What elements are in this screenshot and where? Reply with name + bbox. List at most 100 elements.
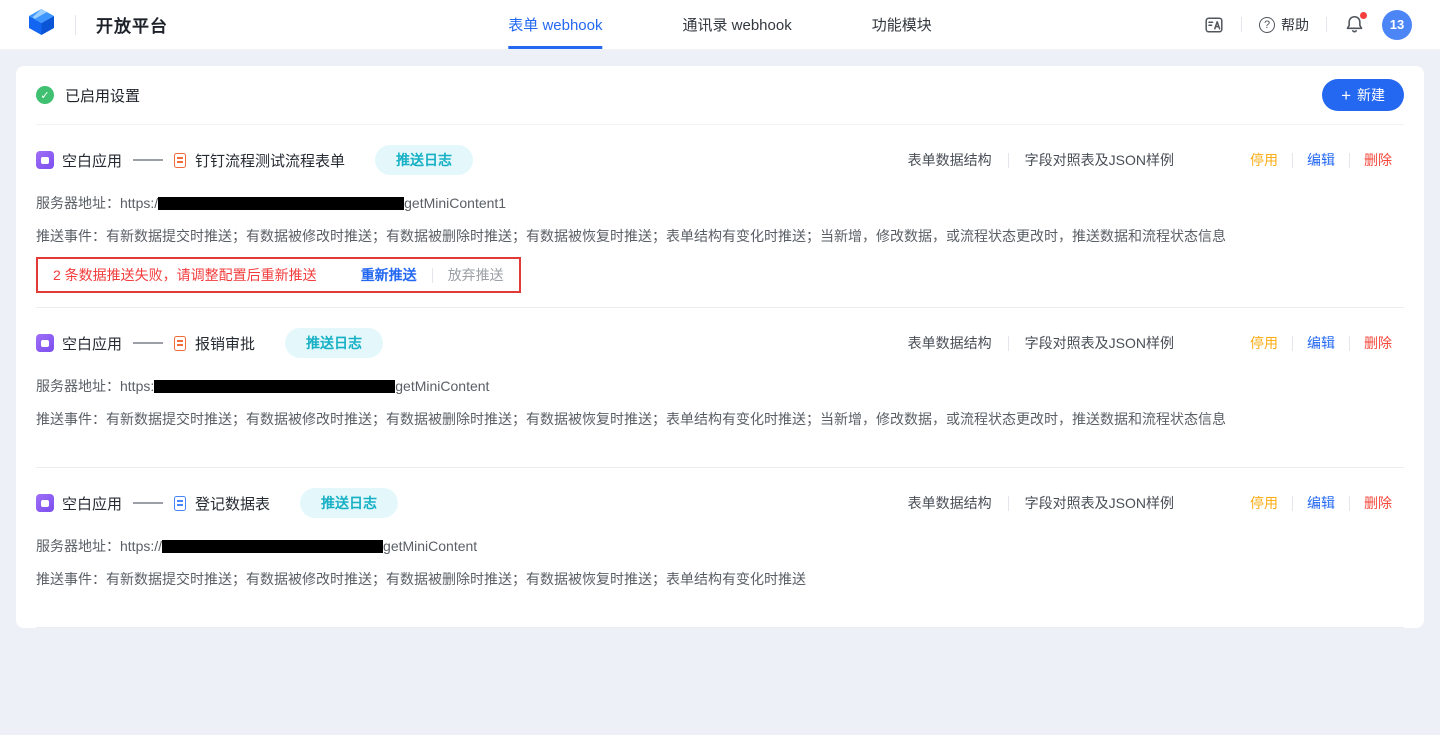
- entry-divider: [36, 627, 1404, 628]
- success-check-icon: ✓: [36, 86, 54, 104]
- app-type-label: 空白应用: [62, 333, 122, 354]
- enabled-settings-card: ✓ 已启用设置 + 新建 空白应用 钉钉流程测试流程表单 推送日志 表单数据结构…: [16, 66, 1424, 628]
- webhook-entry: 空白应用 报销审批 推送日志 表单数据结构 字段对照表及JSON样例 停用 编辑…: [36, 308, 1404, 467]
- webhook-entry: 空白应用 登记数据表 推送日志 表单数据结构 字段对照表及JSON样例 停用 编…: [36, 468, 1404, 627]
- translate-icon[interactable]: [1204, 15, 1224, 35]
- push-failure-message: 2 条数据推送失败，请调整配置后重新推送: [53, 265, 317, 285]
- edit-action[interactable]: 编辑: [1307, 493, 1335, 513]
- app-type-label: 空白应用: [62, 150, 122, 171]
- dash-divider: [133, 342, 163, 344]
- delete-action[interactable]: 删除: [1364, 493, 1392, 513]
- form-doc-icon: [174, 496, 186, 511]
- push-log-badge[interactable]: 推送日志: [375, 145, 473, 175]
- entry-links: 表单数据结构 字段对照表及JSON样例: [908, 150, 1174, 170]
- entry-actions: 停用 编辑 删除: [1250, 493, 1392, 513]
- entry-head: 空白应用 报销审批 推送日志 表单数据结构 字段对照表及JSON样例 停用 编辑…: [36, 328, 1404, 358]
- disable-action[interactable]: 停用: [1250, 333, 1278, 353]
- link-separator: [1008, 336, 1009, 351]
- notification-dot: [1360, 12, 1367, 19]
- logo-cube-icon: [28, 8, 55, 41]
- server-address-suffix: getMiniContent1: [404, 195, 506, 211]
- tab-feature-modules[interactable]: 功能模块: [872, 0, 932, 49]
- disable-action[interactable]: 停用: [1250, 150, 1278, 170]
- disable-action[interactable]: 停用: [1250, 493, 1278, 513]
- card-header-left: ✓ 已启用设置: [36, 85, 140, 106]
- dash-divider: [133, 159, 163, 161]
- push-log-badge[interactable]: 推送日志: [285, 328, 383, 358]
- form-structure-link[interactable]: 表单数据结构: [908, 150, 992, 170]
- app-icon: [36, 494, 54, 512]
- app-icon: [36, 151, 54, 169]
- field-mapping-link[interactable]: 字段对照表及JSON样例: [1025, 493, 1174, 513]
- server-address-prefix: 服务器地址：https:/: [36, 193, 158, 213]
- entry-actions: 停用 编辑 删除: [1250, 333, 1392, 353]
- server-address: 服务器地址：https:// getMiniContent: [36, 536, 1404, 556]
- push-events: 推送事件：有新数据提交时推送；有数据被修改时推送；有数据被删除时推送；有数据被恢…: [36, 409, 1404, 429]
- server-address-prefix: 服务器地址：https://: [36, 536, 162, 556]
- push-events: 推送事件：有新数据提交时推送；有数据被修改时推送；有数据被删除时推送；有数据被恢…: [36, 569, 1404, 589]
- action-separator: [1292, 496, 1293, 511]
- push-log-badge[interactable]: 推送日志: [300, 488, 398, 518]
- entry-name: 登记数据表: [195, 493, 270, 514]
- action-separator: [1349, 153, 1350, 168]
- redaction-bar: [162, 540, 383, 553]
- action-separator: [1349, 336, 1350, 351]
- action-separator: [1349, 496, 1350, 511]
- webhook-entry: 空白应用 钉钉流程测试流程表单 推送日志 表单数据结构 字段对照表及JSON样例…: [36, 125, 1404, 307]
- nav-divider: [75, 15, 76, 35]
- form-doc-icon: [174, 153, 186, 168]
- help-label: 帮助: [1281, 15, 1309, 35]
- server-address: 服务器地址：https: getMiniContent: [36, 376, 1404, 396]
- avatar[interactable]: 13: [1382, 10, 1412, 40]
- edit-action[interactable]: 编辑: [1307, 333, 1335, 353]
- delete-action[interactable]: 删除: [1364, 333, 1392, 353]
- new-button-label: 新建: [1357, 85, 1385, 105]
- page-title: 开放平台: [96, 12, 168, 37]
- nav-separator: [1326, 17, 1327, 32]
- entry-name: 报销审批: [195, 333, 255, 354]
- entry-links: 表单数据结构 字段对照表及JSON样例: [908, 333, 1174, 353]
- app-type-label: 空白应用: [62, 493, 122, 514]
- tab-contact-webhook[interactable]: 通讯录 webhook: [682, 0, 791, 49]
- push-events: 推送事件：有新数据提交时推送；有数据被修改时推送；有数据被删除时推送；有数据被恢…: [36, 226, 1404, 246]
- card-header: ✓ 已启用设置 + 新建: [36, 66, 1404, 124]
- entry-name: 钉钉流程测试流程表单: [195, 150, 345, 171]
- server-address: 服务器地址：https:/ getMiniContent1: [36, 193, 1404, 213]
- delete-action[interactable]: 删除: [1364, 150, 1392, 170]
- plus-icon: +: [1341, 87, 1351, 104]
- card-title: 已启用设置: [65, 85, 140, 106]
- action-separator: [1292, 336, 1293, 351]
- form-structure-link[interactable]: 表单数据结构: [908, 333, 992, 353]
- redaction-bar: [154, 380, 395, 393]
- field-mapping-link[interactable]: 字段对照表及JSON样例: [1025, 150, 1174, 170]
- redaction-bar: [158, 197, 404, 210]
- entry-head: 空白应用 钉钉流程测试流程表单 推送日志 表单数据结构 字段对照表及JSON样例…: [36, 145, 1404, 175]
- link-separator: [1008, 153, 1009, 168]
- new-button[interactable]: + 新建: [1322, 79, 1404, 111]
- brand[interactable]: [28, 8, 55, 41]
- nav-right: ? 帮助 13: [1204, 10, 1412, 40]
- dash-divider: [133, 502, 163, 504]
- abandon-push-link[interactable]: 放弃推送: [448, 265, 504, 285]
- server-address-prefix: 服务器地址：https:: [36, 376, 154, 396]
- alert-separator: [432, 268, 433, 283]
- entry-links: 表单数据结构 字段对照表及JSON样例: [908, 493, 1174, 513]
- server-address-suffix: getMiniContent: [383, 538, 477, 554]
- app-icon: [36, 334, 54, 352]
- field-mapping-link[interactable]: 字段对照表及JSON样例: [1025, 333, 1174, 353]
- entry-actions: 停用 编辑 删除: [1250, 150, 1392, 170]
- nav-tabs: 表单 webhook 通讯录 webhook 功能模块: [508, 0, 931, 49]
- help-button[interactable]: ? 帮助: [1259, 15, 1309, 35]
- action-separator: [1292, 153, 1293, 168]
- tab-form-webhook[interactable]: 表单 webhook: [508, 0, 602, 49]
- entry-head: 空白应用 登记数据表 推送日志 表单数据结构 字段对照表及JSON样例 停用 编…: [36, 488, 1404, 518]
- push-failure-alert: 2 条数据推送失败，请调整配置后重新推送 重新推送 放弃推送: [36, 257, 521, 293]
- server-address-suffix: getMiniContent: [395, 378, 489, 394]
- top-nav: 开放平台 表单 webhook 通讯录 webhook 功能模块 ? 帮助 13: [0, 0, 1440, 50]
- retry-push-link[interactable]: 重新推送: [361, 265, 417, 285]
- question-icon: ?: [1259, 17, 1275, 33]
- form-structure-link[interactable]: 表单数据结构: [908, 493, 992, 513]
- link-separator: [1008, 496, 1009, 511]
- notification-bell-icon[interactable]: [1344, 14, 1365, 35]
- edit-action[interactable]: 编辑: [1307, 150, 1335, 170]
